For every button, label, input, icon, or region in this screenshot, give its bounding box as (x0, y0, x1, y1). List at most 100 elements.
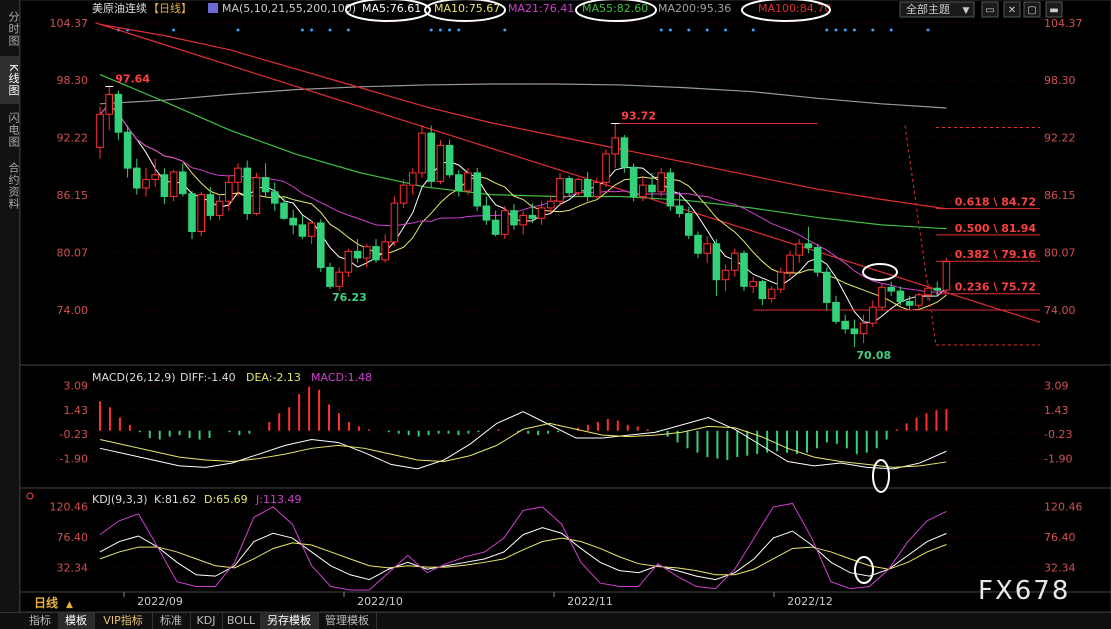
candle-body (123, 131, 132, 169)
candle-body (841, 320, 850, 330)
candle-body (335, 271, 343, 287)
candle-body (685, 213, 693, 236)
candle-body (105, 93, 114, 115)
ma-line-ma10 (99, 103, 947, 311)
candle-body (280, 202, 288, 219)
signal-dot (300, 28, 304, 32)
kdj-k: K:81.62 (154, 493, 196, 506)
macd-y-tick-right: -0.23 (1044, 428, 1072, 441)
bottom-tab-3[interactable]: 标准 (152, 613, 191, 629)
candle-body (547, 200, 555, 209)
candle-body (399, 184, 408, 204)
candle-body (795, 243, 804, 256)
candle-body (887, 286, 896, 292)
candle-body (528, 214, 537, 219)
y-tick-right: 98.30 (1044, 74, 1076, 87)
bottom-tab-1[interactable]: 模板 (58, 613, 95, 629)
bottom-tab-0[interactable]: 指标 (22, 613, 59, 629)
fib-diagonal (904, 125, 937, 346)
candle-body (501, 210, 509, 235)
signal-dot (843, 28, 847, 32)
bottom-tab-6[interactable]: 另存模板 (260, 613, 319, 629)
candle-body (767, 288, 776, 300)
signal-dot (328, 28, 332, 32)
candle-body (740, 252, 748, 287)
high-label: 93.72 (621, 110, 656, 123)
ma-line-ma200 (99, 83, 947, 109)
candle-body (565, 178, 574, 194)
x-tick-label: 2022/09 (137, 595, 183, 608)
candle-body (611, 137, 620, 155)
candle-body (556, 178, 564, 202)
signal-dot (926, 28, 930, 32)
macd-y-tick-left: 1.43 (64, 404, 89, 417)
signal-dot (457, 28, 461, 32)
macd-y-tick-right: 3.09 (1044, 379, 1069, 392)
candle-body (464, 172, 472, 192)
candle-body (813, 247, 822, 273)
bottom-tab-5[interactable]: BOLL (222, 613, 261, 629)
kdj-d: D:65.69 (204, 493, 248, 506)
kdj-y-tick-left: 76.40 (57, 531, 89, 544)
macd-header: MACD(26,12,9) DIFF:-1.40 DEA:-2.13 MACD:1.4… (92, 371, 372, 384)
low-label: 70.08 (856, 349, 891, 362)
candle-body (363, 246, 371, 259)
signal-dot (705, 28, 709, 32)
fib-level-label: 0.500 \ 81.94 (955, 222, 1037, 235)
header-text-1: 【日线】 (148, 1, 192, 15)
candle-body (804, 243, 813, 249)
candle-body (206, 194, 215, 216)
candle-body (942, 261, 951, 291)
candle-body (482, 205, 491, 221)
signal-dot (448, 28, 452, 32)
candle-body (409, 172, 417, 186)
candle-body (96, 113, 104, 148)
candle-body (731, 252, 739, 271)
macd-dea: DEA:-2.13 (246, 371, 301, 384)
candle-body (749, 281, 758, 287)
candle-body (823, 271, 831, 303)
candle-body (878, 286, 886, 308)
candle-body (850, 328, 859, 335)
bottom-tab-7[interactable]: 管理模板 (318, 613, 377, 629)
candle-body (142, 178, 150, 189)
candle-body (390, 202, 399, 243)
candle-body (915, 294, 923, 306)
macd-y-tick-left: 3.09 (64, 379, 89, 392)
candles-group (96, 86, 951, 348)
bottom-tab-4[interactable]: KDJ (190, 613, 223, 629)
candle-body (381, 241, 389, 261)
candle-body (721, 269, 730, 281)
candle-body (114, 93, 123, 133)
main-frame (19, 0, 1111, 612)
kdj-y-tick-right: 76.40 (1044, 531, 1076, 544)
candle-body (786, 254, 794, 273)
macd-line-dea (99, 422, 947, 468)
signal-dot (751, 28, 755, 32)
high-label: 97.64 (115, 72, 150, 85)
kdj-y-tick-right: 120.46 (1044, 501, 1083, 514)
x-tick-label: 2022/10 (357, 595, 403, 608)
candle-body (602, 153, 610, 183)
header-text-2: MA(5,10,21,55,200,100) (222, 2, 356, 15)
y-tick-right: 80.07 (1044, 247, 1076, 260)
candle-body (924, 287, 932, 296)
low-label: 76.23 (332, 291, 367, 304)
candle-body (151, 174, 159, 180)
candle-body (933, 287, 942, 291)
signal-dot (889, 28, 893, 32)
kdj-params: KDJ(9,3,3) (92, 493, 148, 506)
highlight-ellipse-kdj (854, 556, 874, 584)
macd-y-tick-left: -0.23 (60, 428, 88, 441)
chart-canvas: 美原油连续 【日线】 MA(5,10,21,55,200,100) MA5:76.61… (19, 0, 1111, 612)
candle-body (896, 290, 905, 302)
macd-y-tick-right: 1.43 (1044, 404, 1069, 417)
candle-body (694, 234, 702, 254)
bottom-tab-2[interactable]: VIP指标 (94, 613, 153, 629)
candle-body (675, 205, 684, 215)
signal-dot (236, 28, 240, 32)
signal-dot (687, 28, 691, 32)
kdj-line-j (99, 502, 947, 591)
candle-body (703, 243, 712, 254)
signal-dot (429, 28, 433, 32)
